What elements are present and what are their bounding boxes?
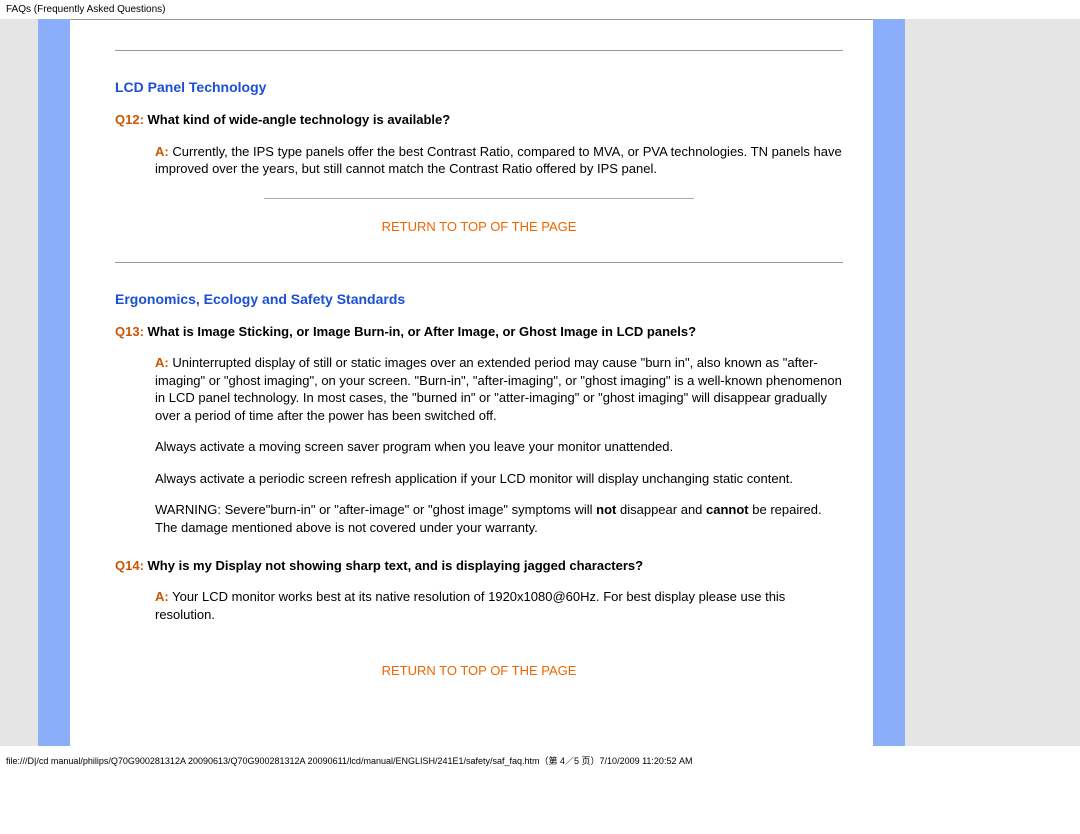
q13-p4b: disappear and [616, 502, 706, 517]
q12-a-text: Currently, the IPS type panels offer the… [155, 144, 842, 177]
q14-answer: A: Your LCD monitor works best at its na… [155, 588, 843, 623]
divider-1b [115, 262, 843, 263]
page-body: LCD Panel Technology Q12: What kind of w… [70, 19, 873, 746]
q12-answer: A: Currently, the IPS type panels offer … [155, 143, 843, 178]
page-frame: LCD Panel Technology Q12: What kind of w… [0, 19, 1080, 746]
q13-p1: Uninterrupted display of still or static… [155, 355, 842, 423]
q12-question: Q12: What kind of wide-angle technology … [115, 111, 843, 129]
q13-p4a: WARNING: Severe"burn-in" or "after-image… [155, 502, 596, 517]
q14-a-text: Your LCD monitor works best at its nativ… [155, 589, 785, 622]
faq-q14: Q14: Why is my Display not showing sharp… [115, 557, 843, 624]
q13-p2: Always activate a moving screen saver pr… [155, 438, 843, 456]
q14-question: Q14: Why is my Display not showing sharp… [115, 557, 843, 575]
q13-answer: A: Uninterrupted display of still or sta… [155, 354, 843, 536]
top-rule [115, 50, 843, 51]
q13-p4: WARNING: Severe"burn-in" or "after-image… [155, 501, 843, 536]
window-title: FAQs (Frequently Asked Questions) [0, 0, 1080, 19]
q13-cannot: cannot [706, 502, 749, 517]
q14-text: Why is my Display not showing sharp text… [148, 558, 644, 573]
q13-number: Q13: [115, 324, 144, 339]
faq-q12: Q12: What kind of wide-angle technology … [115, 111, 843, 178]
right-blue-column [873, 19, 905, 746]
q12-text: What kind of wide-angle technology is av… [148, 112, 451, 127]
section-title-ergonomics: Ergonomics, Ecology and Safety Standards [115, 291, 843, 307]
q13-text: What is Image Sticking, or Image Burn-in… [148, 324, 697, 339]
content-area: LCD Panel Technology Q12: What kind of w… [70, 20, 873, 678]
return-to-top-2[interactable]: RETURN TO TOP OF THE PAGE [115, 663, 843, 678]
q13-a-label: A: [155, 355, 169, 370]
q12-number: Q12: [115, 112, 144, 127]
right-margin [905, 19, 1080, 746]
faq-q13: Q13: What is Image Sticking, or Image Bu… [115, 323, 843, 537]
q13-not: not [596, 502, 616, 517]
section-title-lcd: LCD Panel Technology [115, 79, 843, 95]
q13-p3: Always activate a periodic screen refres… [155, 470, 843, 488]
q14-number: Q14: [115, 558, 144, 573]
q13-question: Q13: What is Image Sticking, or Image Bu… [115, 323, 843, 341]
return-to-top-1[interactable]: RETURN TO TOP OF THE PAGE [115, 219, 843, 234]
divider-1a [264, 198, 694, 199]
q12-a-label: A: [155, 144, 169, 159]
left-blue-column [38, 19, 70, 746]
left-margin [0, 19, 38, 746]
footer-path: file:///D|/cd manual/philips/Q70G9002813… [0, 746, 1080, 775]
q14-a-label: A: [155, 589, 169, 604]
